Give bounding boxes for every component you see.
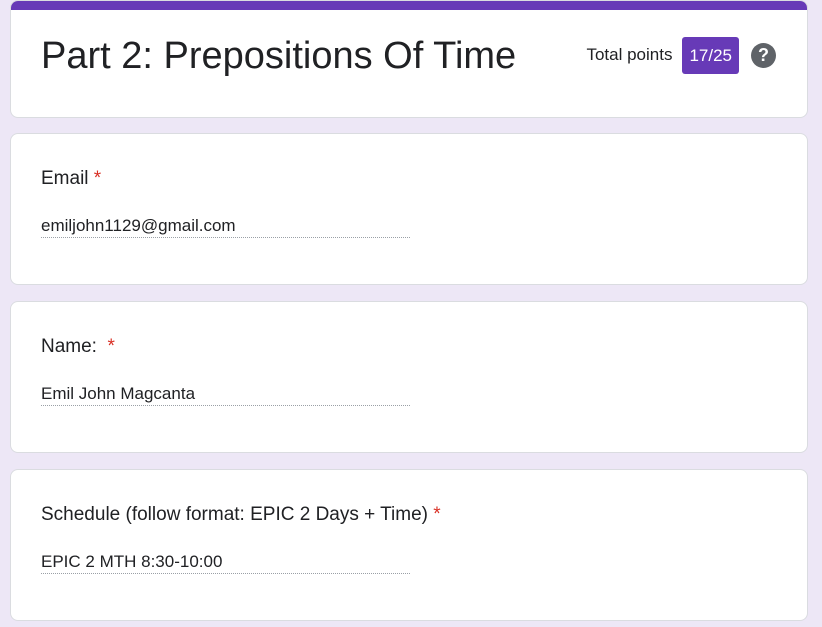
question-title-schedule: Schedule (follow format: EPIC 2 Days + T…: [41, 504, 434, 525]
answer-email: emiljohn1129@gmail.com: [41, 216, 410, 238]
question-title-name: Name:: [41, 336, 108, 357]
question-label-name: Name: *: [41, 336, 115, 358]
required-asterisk: *: [433, 504, 441, 525]
question-label-schedule: Schedule (follow format: EPIC 2 Days + T…: [41, 504, 441, 526]
question-card-name: Name: * Emil John Magcanta: [10, 301, 808, 453]
total-points-label: Total points: [586, 45, 673, 64]
form-header-card: Part 2: Prepositions Of Time Total point…: [10, 0, 808, 118]
score-badge: 17/25: [682, 36, 739, 74]
question-card-email: Email * emiljohn1129@gmail.com: [10, 133, 808, 285]
answer-schedule: EPIC 2 MTH 8:30-10:00: [41, 552, 410, 574]
form-title: Part 2: Prepositions Of Time: [41, 35, 517, 77]
header-accent-bar: [11, 1, 807, 10]
help-circle-icon[interactable]: ?: [751, 42, 776, 68]
required-asterisk: *: [93, 168, 102, 189]
question-title-email: Email: [41, 168, 89, 189]
required-asterisk: *: [107, 336, 115, 357]
question-label-email: Email *: [41, 168, 101, 190]
answer-name: Emil John Magcanta: [41, 384, 410, 406]
total-points-area: Total points 17/25 ?: [586, 36, 776, 74]
question-card-schedule: Schedule (follow format: EPIC 2 Days + T…: [10, 469, 808, 621]
